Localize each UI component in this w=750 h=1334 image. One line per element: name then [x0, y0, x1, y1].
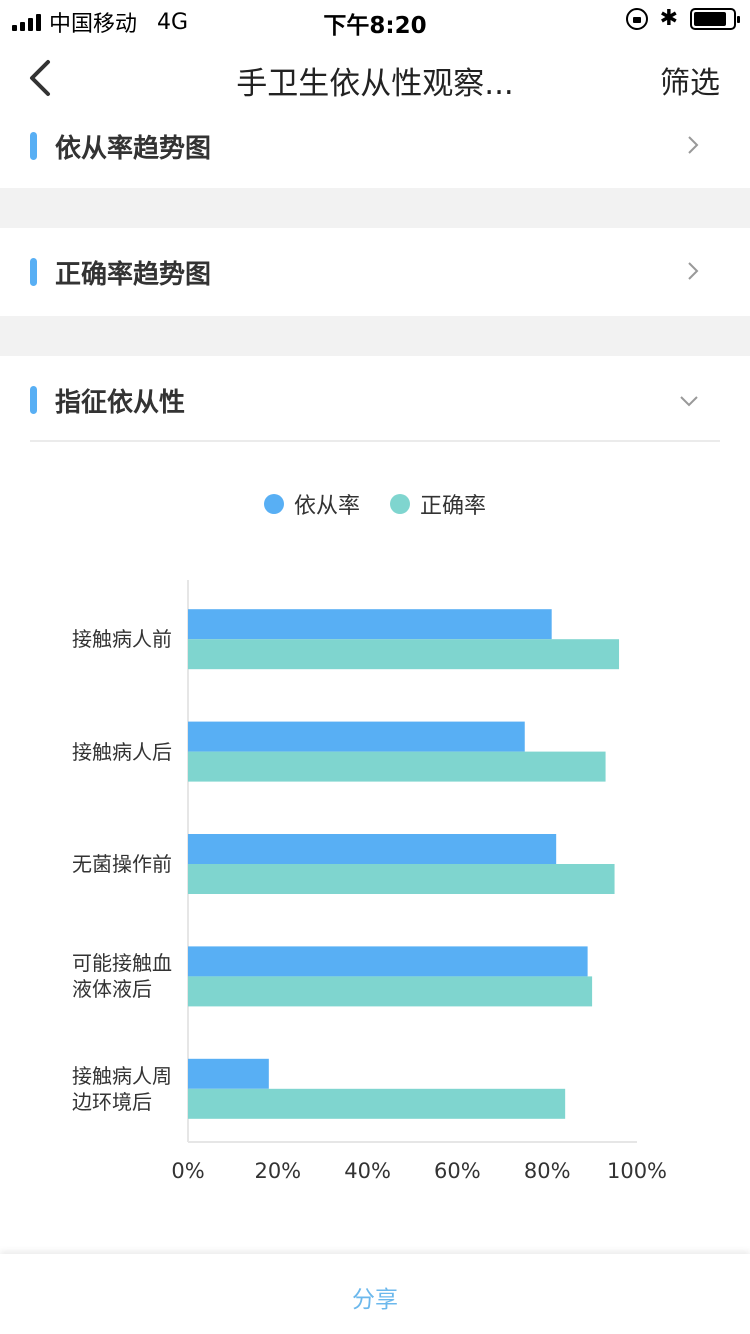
- x-tick-label: 0%: [171, 1159, 204, 1183]
- category-label-line: 接触病人后: [72, 739, 172, 764]
- category-label-line: 接触病人前: [72, 627, 172, 652]
- section-accent-bar: [30, 258, 37, 286]
- x-tick-label: 20%: [254, 1159, 301, 1183]
- bar-chart: 0% 20% 40% 60% 80% 100% 接触病人前接触病人后无菌操作前可能接触血液…: [0, 560, 750, 1210]
- bar-accuracy-1: [188, 751, 606, 782]
- legend-label: 正确率: [420, 494, 487, 519]
- x-tick-label: 80%: [524, 1159, 571, 1183]
- bar-accuracy-0: [188, 639, 620, 670]
- category-label-line: 无菌操作前: [72, 852, 172, 876]
- section-title: 正确率趋势图: [55, 260, 212, 290]
- bar-accuracy-2: [188, 864, 615, 894]
- category-label: 可能接触血 液体液后: [72, 950, 192, 1002]
- legend-dot: [263, 494, 284, 514]
- orientation-lock-icon: [625, 8, 648, 30]
- chevron-down-icon: [680, 396, 698, 407]
- bluetooth-icon: ✱: [659, 6, 678, 31]
- bar-accuracy-3: [188, 976, 593, 1007]
- bar-compliance-4: [188, 1058, 269, 1089]
- category-label-line: 可能接触血: [72, 951, 172, 976]
- x-tick-label: 40%: [344, 1159, 391, 1183]
- bar-compliance-1: [188, 721, 525, 752]
- category-label-line: 接触病人周: [72, 1063, 172, 1088]
- category-label-line: 液体液后: [72, 977, 152, 1002]
- section-title: 依从率趋势图: [55, 134, 212, 164]
- page-title: 手卫生依从性观察...: [236, 66, 514, 102]
- status-right: ✱: [625, 6, 740, 31]
- filter-button[interactable]: 筛选: [660, 58, 720, 102]
- share-bar: 分享: [0, 1254, 750, 1334]
- bar-compliance-3: [188, 946, 588, 977]
- section-accent-bar: [30, 386, 37, 414]
- divider: [30, 440, 720, 442]
- legend-item-accuracy[interactable]: 正确率: [390, 488, 486, 520]
- section-gap: [0, 188, 750, 228]
- bar-compliance-0: [188, 609, 552, 640]
- section-indication-compliance[interactable]: 指征依从性: [0, 356, 750, 442]
- category-label: 接触病人周 边环境后: [72, 1063, 192, 1115]
- section-compliance-trend[interactable]: 依从率趋势图: [0, 116, 750, 188]
- x-tick-label: 60%: [434, 1159, 481, 1183]
- section-gap: [0, 316, 750, 356]
- category-label: 无菌操作前: [72, 851, 192, 877]
- nav-bar: 手卫生依从性观察... 筛选: [0, 40, 750, 116]
- status-bar: 中国移动 4G 下午8:20 ✱: [0, 0, 750, 40]
- bar-accuracy-4: [188, 1088, 566, 1119]
- category-label: 接触病人后: [72, 739, 192, 765]
- section-accent-bar: [30, 132, 37, 160]
- share-button[interactable]: 分享: [0, 1280, 750, 1314]
- chevron-right-icon: [688, 136, 699, 154]
- section-accuracy-trend[interactable]: 正确率趋势图: [0, 228, 750, 316]
- section-title: 指征依从性: [55, 388, 186, 418]
- category-label: 接触病人前: [72, 626, 192, 652]
- chevron-right-icon: [688, 262, 699, 280]
- chart-legend: 依从率 正确率: [0, 488, 750, 520]
- x-tick-label: 100%: [607, 1159, 667, 1183]
- bar-compliance-2: [188, 834, 557, 864]
- battery-icon: [690, 8, 740, 30]
- legend-label: 依从率: [293, 494, 360, 519]
- category-label-line: 边环境后: [72, 1089, 152, 1114]
- legend-dot: [390, 494, 410, 514]
- legend-item-compliance[interactable]: 依从率: [263, 488, 360, 520]
